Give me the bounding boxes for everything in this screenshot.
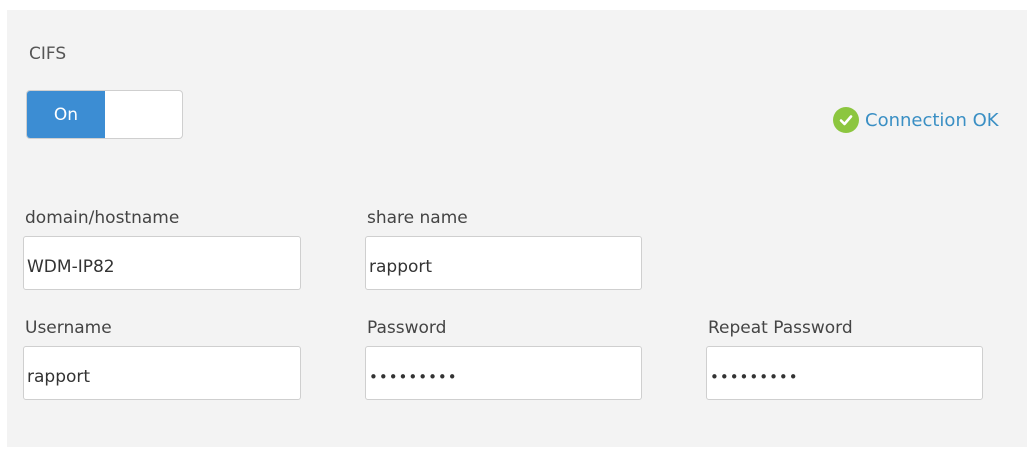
- username-label: Username: [25, 318, 112, 338]
- password-input[interactable]: [365, 346, 642, 400]
- domain-hostname-input[interactable]: [23, 236, 301, 290]
- username-input[interactable]: [23, 346, 301, 400]
- repeat-password-label: Repeat Password: [708, 318, 853, 338]
- share-name-input[interactable]: [365, 236, 642, 290]
- section-title: CIFS: [29, 44, 67, 64]
- connection-status-text: Connection OK: [865, 109, 999, 131]
- connection-status: Connection OK: [833, 107, 999, 133]
- repeat-password-input[interactable]: [706, 346, 983, 400]
- share-name-label: share name: [367, 208, 468, 228]
- cifs-toggle[interactable]: On: [26, 90, 183, 139]
- domain-hostname-label: domain/hostname: [25, 208, 180, 228]
- check-circle-icon: [833, 107, 859, 133]
- password-label: Password: [367, 318, 447, 338]
- toggle-on-label: On: [27, 91, 105, 138]
